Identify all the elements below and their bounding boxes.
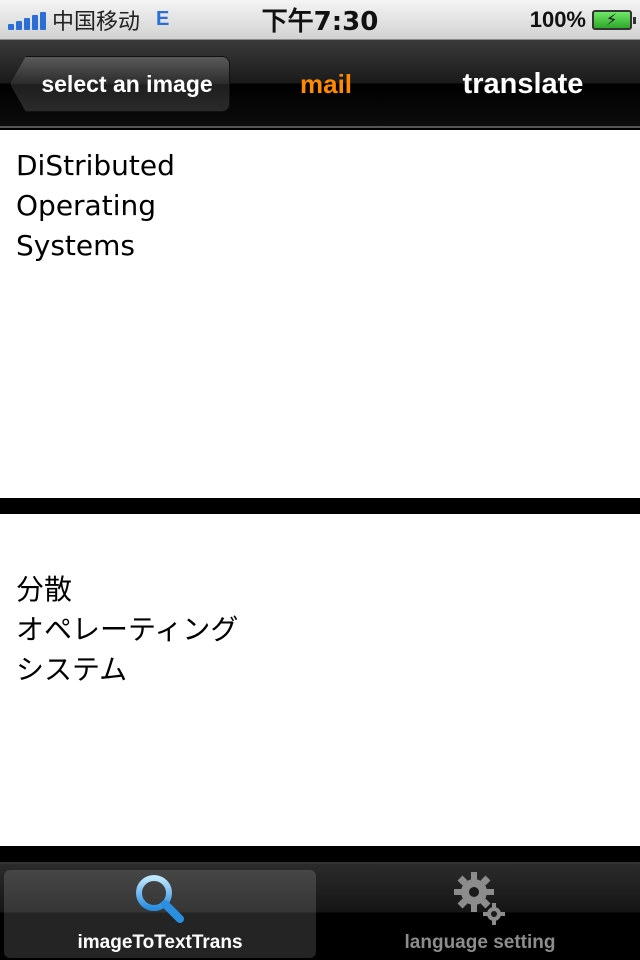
- translated-text-line: オペレーティング: [16, 613, 239, 646]
- mail-button[interactable]: mail: [280, 40, 372, 128]
- gear-icon: [450, 870, 510, 928]
- tab-label: language setting: [404, 932, 556, 953]
- translated-text-line: 分散: [16, 573, 73, 606]
- signal-bars-icon: [8, 10, 46, 30]
- tab-label: imageToTextTrans: [77, 932, 243, 953]
- select-image-back-button[interactable]: select an image: [10, 56, 230, 112]
- battery-percent: 100%: [529, 6, 586, 32]
- status-right: 100% ⚡: [529, 6, 636, 33]
- search-icon: [130, 870, 190, 928]
- status-bar: 中国移动 E 下午7:30 100% ⚡: [0, 0, 640, 40]
- status-left: 中国移动 E: [8, 4, 169, 36]
- source-text-area[interactable]: DiStributed Operating Systems: [0, 130, 640, 498]
- translated-text-line: システム: [16, 653, 128, 686]
- source-text-line: Systems: [16, 229, 135, 262]
- tab-image-to-text[interactable]: imageToTextTrans: [4, 870, 316, 958]
- tab-bar: imageToTextTrans language setting: [0, 862, 640, 960]
- nav-bar: select an image mail translate: [0, 40, 640, 128]
- network-type: E: [156, 8, 170, 30]
- source-text-line: Operating: [16, 189, 156, 222]
- source-text-line: DiStributed: [16, 149, 175, 182]
- battery-charging-icon: ⚡: [592, 9, 636, 30]
- translated-text-area[interactable]: 分散 オペレーティング システム: [0, 514, 640, 846]
- tab-language-setting[interactable]: language setting: [324, 870, 636, 958]
- carrier-name: 中国移动: [52, 9, 141, 35]
- translate-button[interactable]: translate: [430, 40, 616, 128]
